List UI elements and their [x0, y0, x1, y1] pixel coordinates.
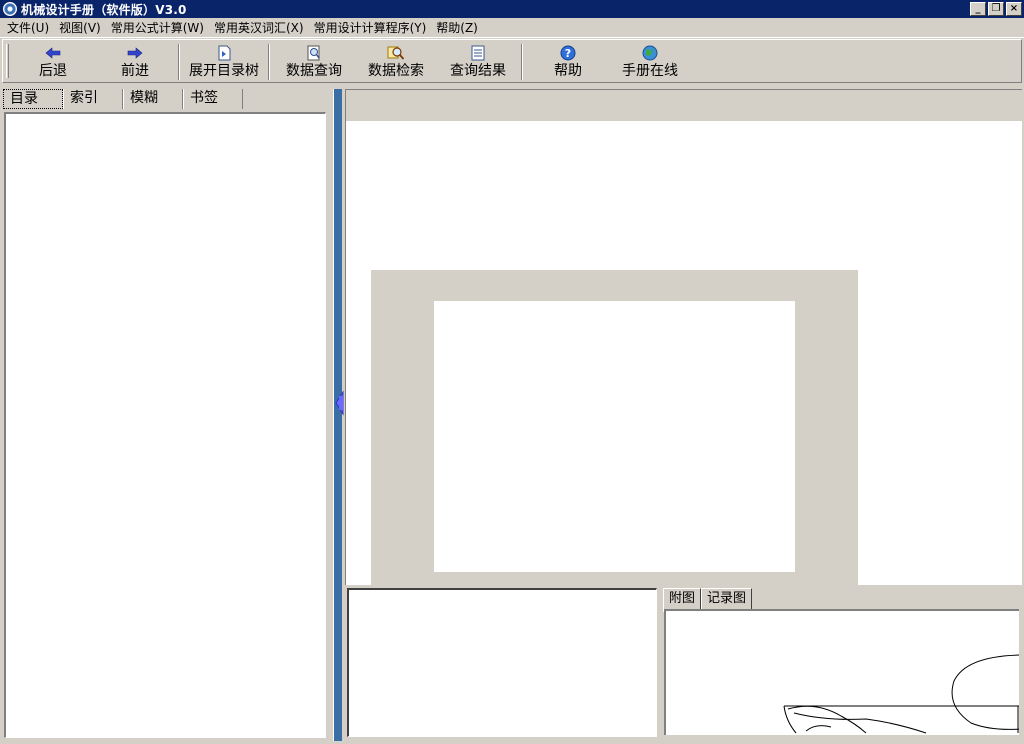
arrow-left-icon: [45, 45, 61, 61]
help-button[interactable]: ? 帮助: [543, 42, 593, 80]
expand-tree-button[interactable]: 展开目录树: [185, 42, 263, 80]
content-header: [345, 89, 1022, 121]
toolbar-separator: [178, 44, 180, 80]
collapse-arrow-icon[interactable]: [334, 388, 344, 418]
menu-bar: 文件(U) 视图(V) 常用公式计算(W) 常用英汉词汇(X) 常用设计计算程序…: [0, 18, 1024, 38]
search-icon: [387, 45, 405, 61]
document-page: [434, 301, 795, 572]
content-view[interactable]: [345, 121, 1022, 585]
figure-panel: 附图 记录图: [661, 586, 1022, 740]
data-search-button[interactable]: 数据检索: [363, 42, 429, 80]
menu-formula[interactable]: 常用公式计算(W): [106, 19, 209, 37]
data-query-label: 数据查询: [286, 63, 342, 79]
data-query-button[interactable]: 数据查询: [281, 42, 347, 80]
figure-drawing: [783, 654, 1019, 734]
navigation-panel: 目录 索引 模糊 书签: [0, 86, 330, 744]
tab-bookmarks[interactable]: 书签: [183, 89, 243, 109]
directory-tree[interactable]: [4, 112, 326, 738]
help-label: 帮助: [554, 63, 582, 79]
data-search-label: 数据检索: [368, 63, 424, 79]
query-results-label: 查询结果: [450, 63, 506, 79]
document-tree-icon: [217, 45, 231, 61]
magnifier-document-icon: [306, 45, 322, 61]
menu-calc-programs[interactable]: 常用设计计算程序(Y): [309, 19, 432, 37]
toolbar-separator: [268, 44, 270, 80]
window-title: 机械设计手册（软件版）V3.0: [21, 2, 187, 17]
document-frame: [371, 270, 858, 585]
tab-contents[interactable]: 目录: [3, 89, 63, 109]
toolbar: 后退 前进 展开目录树 数据查询 数据检索 查询结果 ? 帮助 手册在线: [2, 39, 1022, 83]
back-label: 后退: [39, 63, 67, 79]
forward-button[interactable]: 前进: [107, 42, 163, 80]
minimize-button[interactable]: _: [970, 2, 986, 16]
results-list-icon: [471, 45, 485, 61]
app-icon[interactable]: [3, 2, 17, 16]
query-results-button[interactable]: 查询结果: [445, 42, 511, 80]
nav-tabs: 目录 索引 模糊 书签: [3, 89, 243, 109]
forward-label: 前进: [121, 63, 149, 79]
window-controls: _ ❐ ×: [970, 2, 1022, 16]
back-button[interactable]: 后退: [25, 42, 81, 80]
record-panel[interactable]: [347, 588, 657, 737]
tab-index[interactable]: 索引: [63, 89, 123, 109]
toolbar-separator: [521, 44, 523, 80]
arrow-right-icon: [127, 45, 143, 61]
close-button[interactable]: ×: [1006, 2, 1022, 16]
help-icon: ?: [560, 45, 576, 61]
menu-file[interactable]: 文件(U): [2, 19, 54, 37]
tab-fuzzy[interactable]: 模糊: [123, 89, 183, 109]
globe-icon: [642, 45, 658, 61]
figure-view[interactable]: [664, 609, 1019, 735]
figure-tabs: 附图 记录图: [663, 588, 753, 612]
restore-button[interactable]: ❐: [988, 2, 1004, 16]
expand-tree-label: 展开目录树: [189, 63, 259, 79]
menu-view[interactable]: 视图(V): [54, 19, 106, 37]
menu-help[interactable]: 帮助(Z): [431, 19, 483, 37]
menu-glossary[interactable]: 常用英汉词汇(X): [209, 19, 309, 37]
online-manual-button[interactable]: 手册在线: [615, 42, 685, 80]
toolbar-grip[interactable]: [6, 44, 9, 78]
tab-record-figure[interactable]: 记录图: [701, 588, 753, 610]
online-manual-label: 手册在线: [622, 63, 678, 79]
title-bar: 机械设计手册（软件版）V3.0 _ ❐ ×: [0, 0, 1024, 18]
svg-text:?: ?: [565, 47, 571, 60]
